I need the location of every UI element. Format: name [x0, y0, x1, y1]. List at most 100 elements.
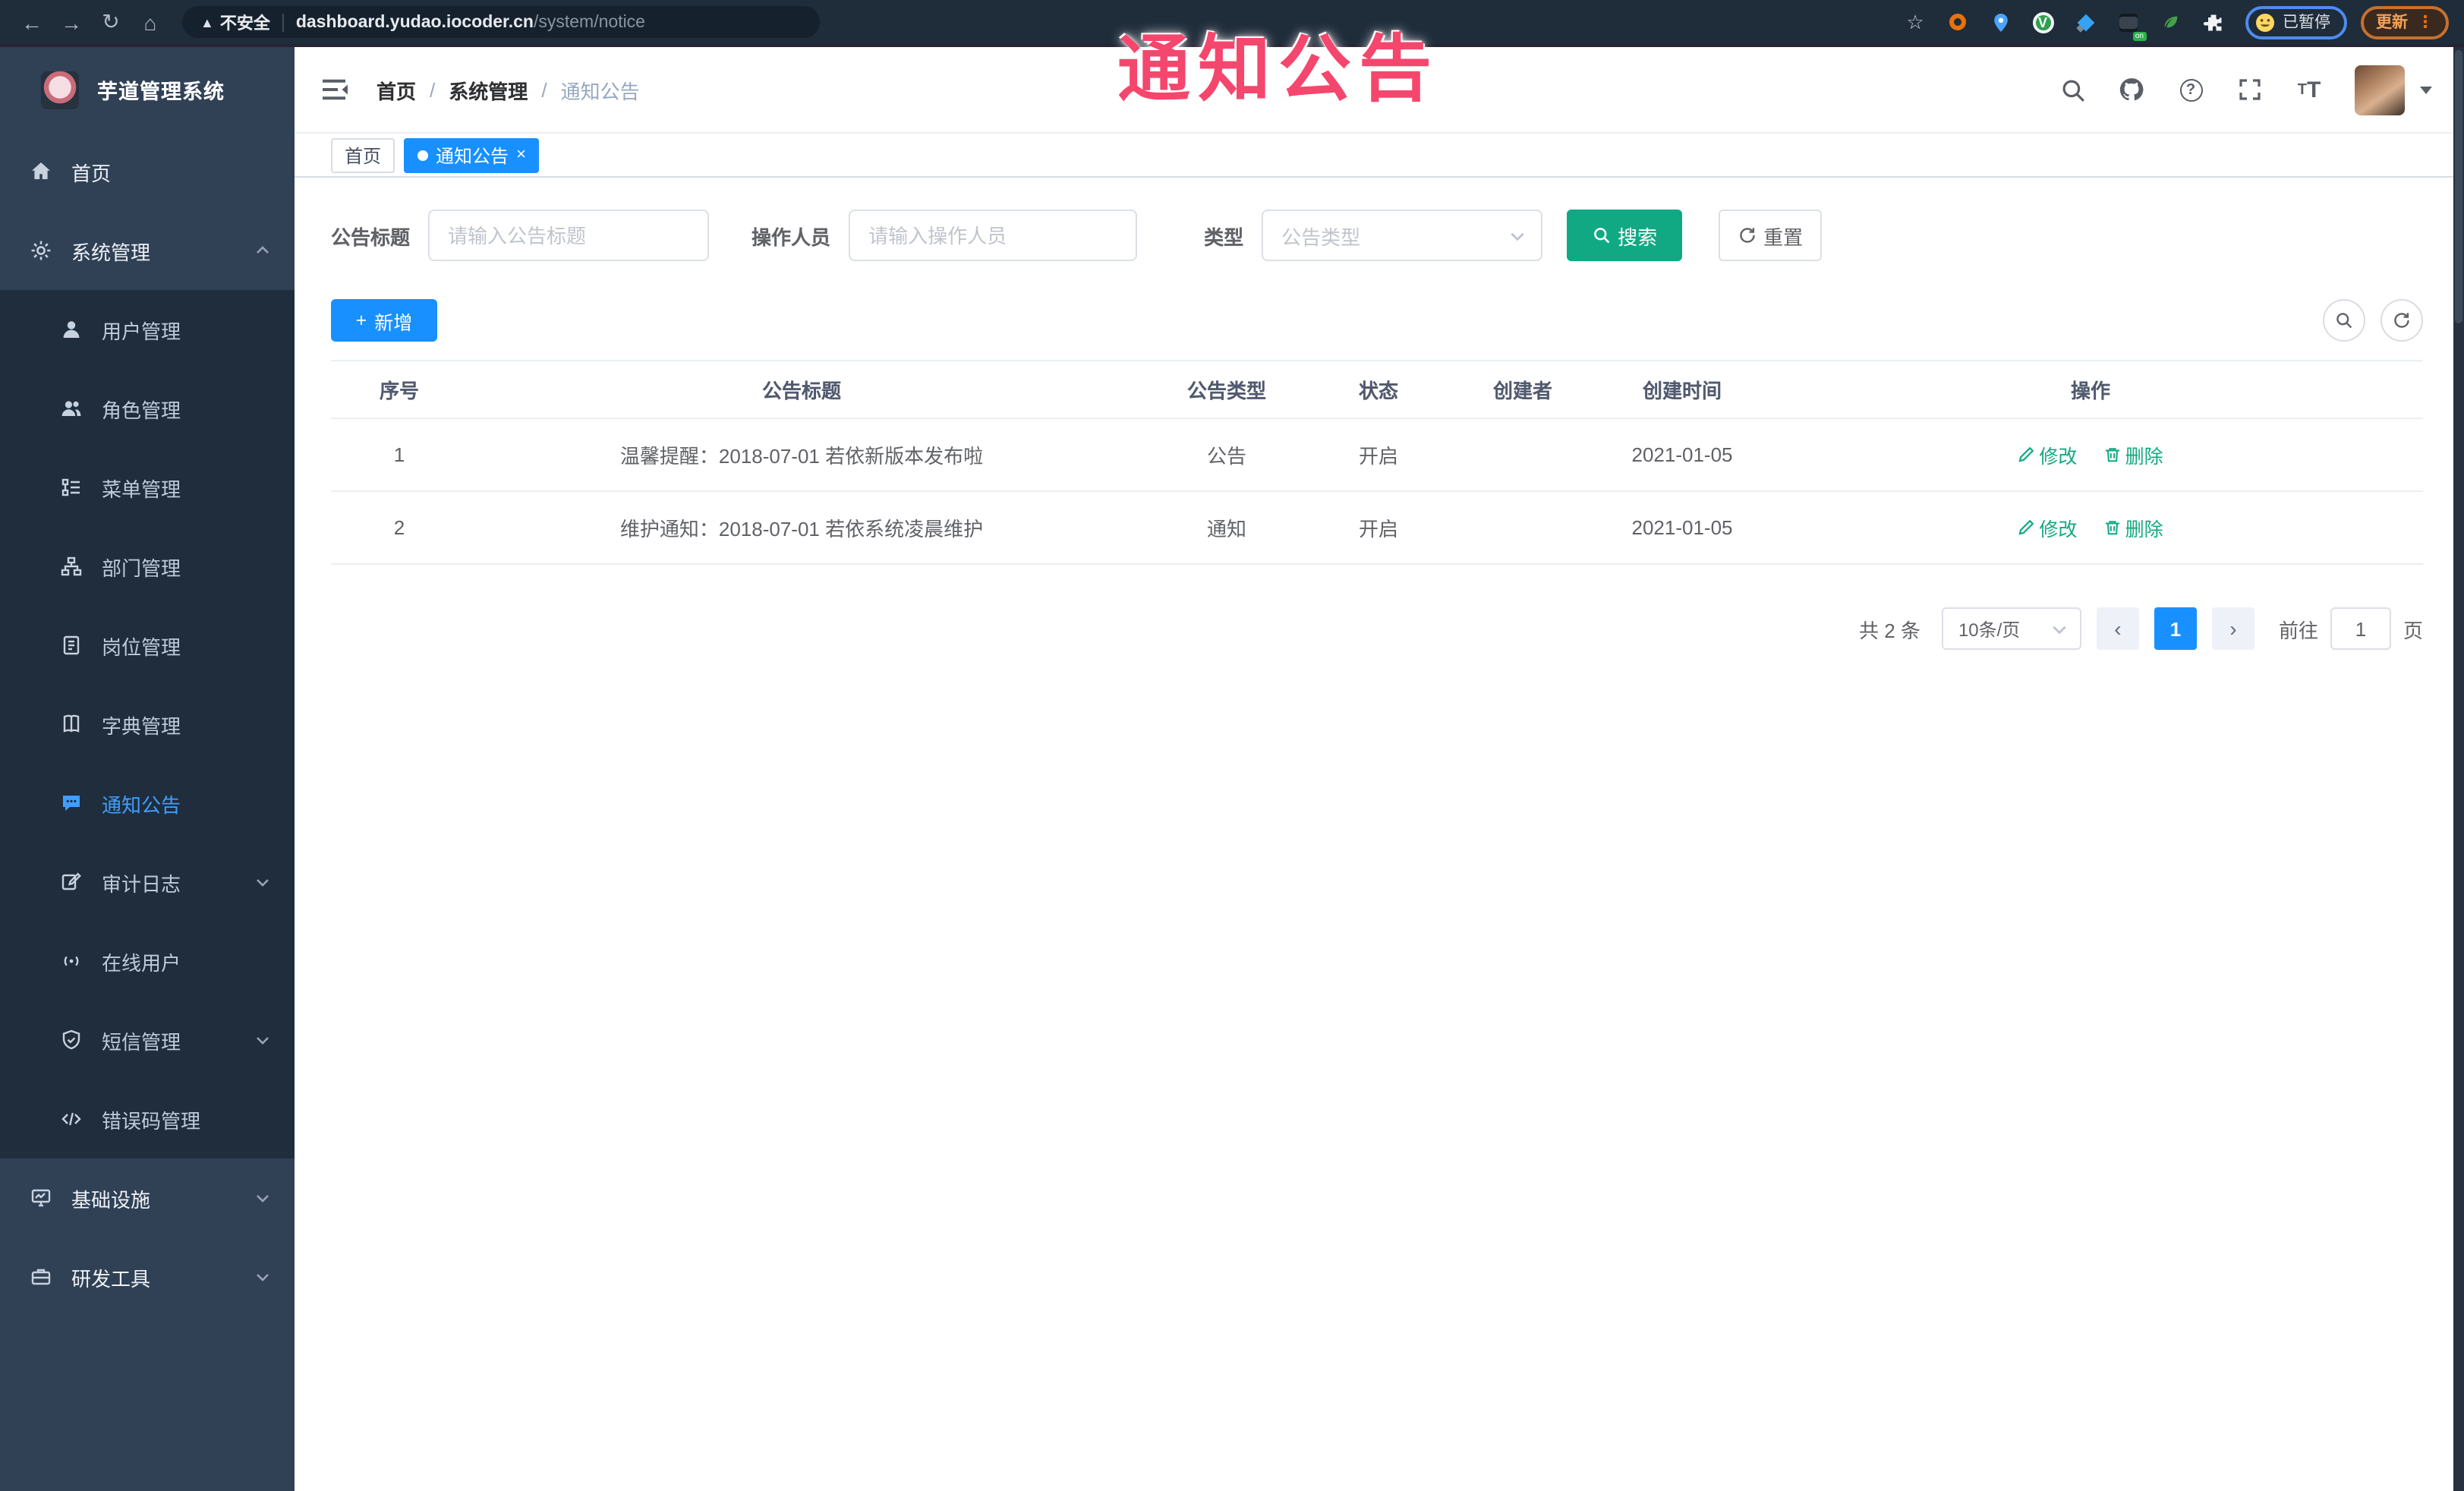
breadcrumb-system[interactable]: 系统管理 [449, 75, 528, 104]
refresh-icon [2394, 313, 2409, 328]
add-button[interactable]: + 新增 [331, 299, 437, 342]
browser-back-icon[interactable]: ← [15, 5, 49, 39]
cell-status: 开启 [1318, 418, 1439, 492]
sidebar-item-notice[interactable]: 通知公告 [0, 764, 295, 843]
github-icon[interactable] [2118, 76, 2145, 103]
help-icon[interactable]: ? [2177, 76, 2204, 103]
next-page-button[interactable]: › [2211, 607, 2254, 650]
reset-button[interactable]: 重置 [1719, 210, 1823, 261]
type-select-placeholder: 公告类型 [1281, 225, 1361, 248]
sidebar-item-label: 菜单管理 [102, 478, 181, 500]
tab-home[interactable]: 首页 [331, 137, 395, 172]
sidebar-item-label: 岗位管理 [102, 635, 181, 658]
edit-link[interactable]: 修改 [2018, 513, 2077, 542]
operator-filter-label: 操作人员 [751, 225, 831, 248]
error-code-icon [61, 1112, 81, 1126]
sidebar-item-sms[interactable]: 短信管理 [0, 1001, 295, 1080]
current-page[interactable]: 1 [2154, 607, 2197, 650]
prev-page-button[interactable]: ‹ [2096, 607, 2139, 650]
dev-tools-icon [31, 1269, 51, 1285]
breadcrumb-separator: / [430, 78, 436, 101]
close-icon[interactable]: × [516, 146, 526, 163]
sidebar-item-posts[interactable]: 岗位管理 [0, 606, 295, 685]
breadcrumb-separator: / [541, 78, 547, 101]
sidebar-item-menus[interactable]: 菜单管理 [0, 448, 295, 527]
browser-forward-icon[interactable]: → [55, 5, 88, 39]
extension-orange-ring-icon[interactable] [1944, 8, 1971, 36]
extensions-puzzle-icon[interactable] [2199, 8, 2226, 36]
refresh-table-button[interactable] [2381, 299, 2423, 342]
avatar-caret-icon[interactable] [2420, 86, 2432, 93]
extension-proxy-on-icon[interactable]: on [2114, 8, 2146, 40]
page-size-select[interactable]: 10条/页 [1941, 607, 2081, 650]
address-bar[interactable]: ▲ 不安全 dashboard.yudao.iocoder.cn /system… [182, 6, 820, 38]
edit-link[interactable]: 修改 [2018, 440, 2077, 469]
font-size-icon[interactable]: TT [2295, 76, 2323, 103]
operator-filter-input[interactable] [849, 210, 1138, 261]
toggle-search-button[interactable] [2323, 299, 2365, 342]
question-glyph: ? [2179, 78, 2202, 101]
sidebar-item-error-codes[interactable]: 错误码管理 [0, 1080, 295, 1158]
sidebar-item-label: 字典管理 [102, 714, 181, 737]
breadcrumb-home[interactable]: 首页 [377, 75, 416, 104]
goto-page-input[interactable] [2330, 607, 2391, 650]
column-header: 公告标题 [468, 360, 1136, 419]
delete-link[interactable]: 删除 [2104, 513, 2163, 542]
edit-label: 修改 [2039, 446, 2078, 468]
browser-reload-icon[interactable]: ↻ [94, 5, 128, 39]
kebab-menu-icon[interactable]: ⋮ [2417, 12, 2434, 32]
browser-home-icon[interactable]: ⌂ [134, 5, 167, 39]
search-button[interactable]: 搜索 [1567, 210, 1683, 261]
user-avatar[interactable] [2355, 65, 2405, 115]
home-icon [32, 162, 50, 179]
sidebar-item-label: 错误码管理 [102, 1109, 201, 1132]
browser-profile-chip[interactable]: 已暂停 [2245, 5, 2347, 39]
cell-no: 2 [331, 491, 468, 565]
edit-label: 修改 [2039, 519, 2078, 541]
title-filter-label: 公告标题 [331, 225, 411, 248]
gear-icon [31, 241, 51, 260]
sidebar-item-roles[interactable]: 角色管理 [0, 369, 295, 448]
extension-green-leaf-icon[interactable] [2157, 8, 2184, 36]
page-header: 首页 / 系统管理 / 通知公告 ? T T [295, 47, 2453, 134]
sidebar-item-users[interactable]: 用户管理 [0, 290, 295, 369]
sidebar-item-dev-tools[interactable]: 研发工具 [0, 1237, 295, 1316]
column-header: 创建者 [1439, 360, 1606, 419]
sidebar-item-dict[interactable]: 字典管理 [0, 685, 295, 764]
extension-blue-diamond-icon[interactable] [2072, 8, 2099, 36]
browser-update-button[interactable]: 更新 ⋮ [2361, 5, 2449, 39]
type-select[interactable]: 公告类型 [1262, 210, 1543, 261]
audit-log-icon [61, 872, 81, 891]
sidebar-item-system[interactable]: 系统管理 [0, 211, 295, 290]
tab-label: 通知公告 [436, 145, 509, 166]
post-badge-icon [63, 635, 80, 655]
bookmark-star-icon[interactable]: ☆ [1902, 8, 1929, 36]
security-label[interactable]: 不安全 [220, 10, 270, 34]
cell-type: 公告 [1136, 418, 1318, 492]
extension-vue-devtools-icon[interactable]: V [2029, 8, 2056, 36]
page-scrollbar[interactable] [2453, 47, 2464, 1491]
sidebar-item-infrastructure[interactable]: 基础设施 [0, 1158, 295, 1237]
sms-shield-icon [62, 1029, 80, 1050]
sidebar-item-label: 审计日志 [102, 872, 181, 895]
sidebar-item-departments[interactable]: 部门管理 [0, 527, 295, 606]
sidebar-logo[interactable]: 芋道管理系统 [0, 47, 295, 132]
tab-notice[interactable]: 通知公告 × [404, 137, 540, 172]
fullscreen-icon[interactable] [2236, 76, 2264, 103]
search-button-label: 搜索 [1618, 225, 1658, 248]
warning-icon: ▲ [200, 14, 214, 30]
title-filter-input[interactable] [428, 210, 710, 261]
edit-pencil-icon [2018, 519, 2034, 535]
breadcrumb: 首页 / 系统管理 / 通知公告 [377, 75, 640, 104]
header-search-icon[interactable] [2059, 76, 2086, 103]
sidebar-item-audit-log[interactable]: 审计日志 [0, 843, 295, 922]
sidebar-item-online-users[interactable]: 在线用户 [0, 922, 295, 1001]
screen: ← → ↻ ⌂ ▲ 不安全 dashboard.yudao.iocoder.cn… [0, 0, 2464, 1491]
sidebar-item-label: 部门管理 [102, 556, 181, 579]
extension-location-pin-icon[interactable] [1987, 8, 2014, 36]
delete-link[interactable]: 删除 [2104, 440, 2163, 469]
search-icon [1593, 228, 1609, 244]
sidebar-item-home[interactable]: 首页 [0, 132, 295, 211]
sidebar-collapse-icon[interactable] [319, 74, 349, 105]
table-header-row: 序号 公告标题 公告类型 状态 创建者 创建时间 操作 [331, 360, 2423, 419]
